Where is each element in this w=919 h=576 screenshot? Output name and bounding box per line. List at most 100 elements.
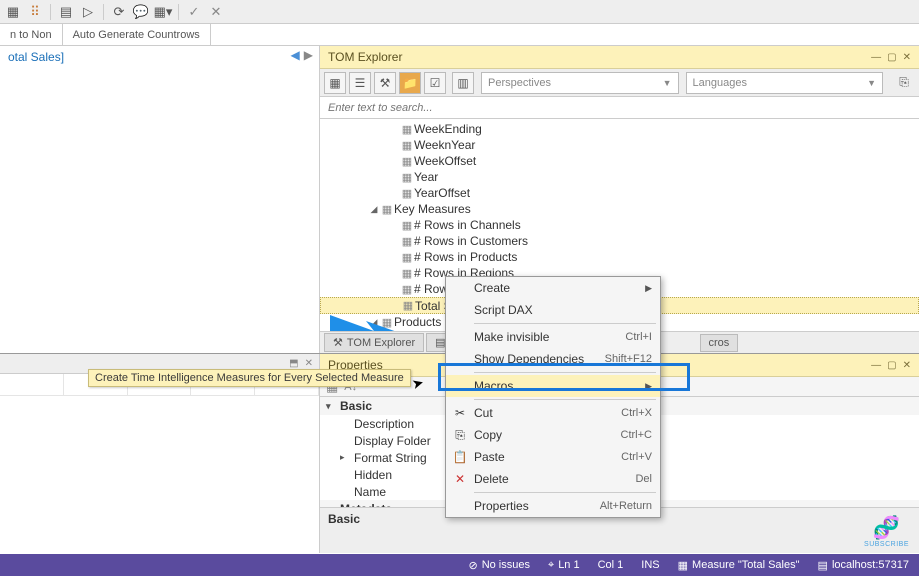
close-icon[interactable]: ✕ <box>305 358 313 369</box>
separator <box>178 4 179 20</box>
tree-folder-key-measures[interactable]: ◢▦Key Measures <box>320 201 919 217</box>
tree-measure[interactable]: ▦# Rows in Customers <box>320 233 919 249</box>
cut-icon: ✂ <box>452 406 468 420</box>
menu-label: Cut <box>474 406 493 420</box>
panel-maximize-icon[interactable]: ▢ <box>887 52 896 63</box>
tree-icon: ⚒ <box>333 336 343 349</box>
copy-tree-icon[interactable]: ⎘ <box>893 72 915 94</box>
tree-label: Products <box>394 315 441 329</box>
column-icon: ▦ <box>400 155 414 168</box>
status-label: No issues <box>482 559 530 571</box>
menu-script-dax[interactable]: Script DAX <box>446 299 660 321</box>
arrow-annotation <box>330 313 400 331</box>
perspectives-dropdown[interactable]: Perspectives ▼ <box>481 72 679 94</box>
separator <box>50 4 51 20</box>
menu-label: Copy <box>474 428 502 442</box>
tree-label: WeekEnding <box>414 122 482 136</box>
editor-pane: ◀ ▶ otal Sales] <box>0 46 320 353</box>
chevron-right-icon: ▶ <box>645 283 652 294</box>
menu-shortcut: Ctrl+V <box>621 451 652 463</box>
prop-footer-label: Basic <box>328 512 360 526</box>
status-host[interactable]: ▤localhost:57317 <box>818 559 909 572</box>
view-tree-icon[interactable]: ⚒ <box>374 72 396 94</box>
menu-paste[interactable]: 📋PasteCtrl+V <box>446 446 660 468</box>
tree-column[interactable]: ▦WeekEnding <box>320 121 919 137</box>
play-icon[interactable]: ▷ <box>79 3 97 21</box>
panel-close-icon[interactable]: ✕ <box>903 52 911 63</box>
tree-measure[interactable]: ▦# Rows in Products <box>320 249 919 265</box>
panel-maximize-icon[interactable]: ▢ <box>887 360 896 371</box>
languages-label: Languages <box>693 77 747 89</box>
filter-icon[interactable]: ▤ <box>57 3 75 21</box>
menu-show-dependencies[interactable]: Show DependenciesShift+F12 <box>446 348 660 370</box>
nav-back-icon[interactable]: ◀ <box>291 48 300 62</box>
measure-icon: ▦ <box>678 559 688 572</box>
collapse-icon[interactable]: ◢ <box>368 204 380 215</box>
hierarchy-icon[interactable]: ⠿ <box>26 3 44 21</box>
status-label: Ln 1 <box>558 559 579 571</box>
menu-label: Create <box>474 281 510 295</box>
pin-icon[interactable]: ⬒ <box>289 358 298 369</box>
tree-measure[interactable]: ▦# Rows in Channels <box>320 217 919 233</box>
menu-copy[interactable]: ⎘ Copy Ctrl+C <box>446 424 660 446</box>
menu-shortcut: Ctrl+C <box>621 429 652 441</box>
tom-explorer-title: TOM Explorer — ▢ ✕ <box>320 46 919 69</box>
menu-label: Macros <box>474 379 513 393</box>
panel-minimize-icon[interactable]: — <box>871 52 881 63</box>
search-input[interactable] <box>320 97 919 118</box>
menu-cut[interactable]: ✂CutCtrl+X <box>446 402 660 424</box>
tab-cros[interactable]: cros <box>700 334 739 352</box>
tom-search[interactable] <box>320 97 919 119</box>
status-issues[interactable]: ⊘ No issues <box>468 559 530 572</box>
menu-properties[interactable]: PropertiesAlt+Return <box>446 495 660 517</box>
prop-label: Name <box>354 485 386 499</box>
menu-macros[interactable]: Macros▶ <box>446 375 660 397</box>
menu-shortcut: Shift+F12 <box>605 353 652 365</box>
columns-icon[interactable]: ▥ <box>452 72 474 94</box>
check-icon: ⊘ <box>468 559 477 572</box>
tree-label: YearOffset <box>414 186 470 200</box>
check-icon[interactable]: ✓ <box>185 3 203 21</box>
layout-icon[interactable]: ▦▾ <box>154 3 172 21</box>
table-icon[interactable]: ▦ <box>4 3 22 21</box>
menu-label: Delete <box>474 472 509 486</box>
view-list-icon[interactable]: ☰ <box>349 72 371 94</box>
panel-close-icon[interactable]: ✕ <box>903 360 911 371</box>
tab-tom-explorer[interactable]: ⚒TOM Explorer <box>324 333 424 352</box>
menu-make-invisible[interactable]: Make invisible Ctrl+I <box>446 326 660 348</box>
menu-delete[interactable]: ✕DeleteDel <box>446 468 660 490</box>
menu-create[interactable]: Create ▶ <box>446 277 660 299</box>
table-icon: ▦ <box>380 203 394 216</box>
status-measure[interactable]: ▦Measure "Total Sales" <box>678 559 800 572</box>
edit-icon[interactable]: ☑ <box>424 72 446 94</box>
comment-icon[interactable]: 💬 <box>132 3 150 21</box>
expand-icon[interactable]: ▸ <box>340 452 354 463</box>
tree-column[interactable]: ▦YearOffset <box>320 185 919 201</box>
tree-column[interactable]: ▦Year <box>320 169 919 185</box>
tree-column[interactable]: ▦WeekOffset <box>320 153 919 169</box>
menu-shortcut: Ctrl+I <box>625 331 652 343</box>
collapse-icon[interactable]: ▾ <box>326 401 340 412</box>
menu-separator <box>474 399 656 400</box>
nav-fwd-icon[interactable]: ▶ <box>304 48 313 62</box>
macro-tooltip: Create Time Intelligence Measures for Ev… <box>88 369 411 387</box>
editor-content[interactable]: otal Sales] <box>0 46 319 353</box>
tab-left[interactable]: n to Non <box>0 24 63 45</box>
refresh-icon[interactable]: ⟳ <box>110 3 128 21</box>
menu-separator <box>474 372 656 373</box>
view-table-icon[interactable]: ▦ <box>324 72 346 94</box>
separator <box>103 4 104 20</box>
close-icon[interactable]: ✕ <box>207 3 225 21</box>
tree-label: # Rows in Channels <box>414 218 521 232</box>
status-ln[interactable]: ⌖Ln 1 <box>548 559 580 572</box>
status-ins[interactable]: INS <box>641 559 659 571</box>
tab-auto-generate[interactable]: Auto Generate Countrows <box>63 24 211 45</box>
tree-column[interactable]: ▦WeeknYear <box>320 137 919 153</box>
panel-minimize-icon[interactable]: — <box>871 360 881 371</box>
copy-icon: ⎘ <box>452 428 468 443</box>
column-icon: ▦ <box>400 123 414 136</box>
folder-icon[interactable]: 📁 <box>399 72 421 94</box>
languages-dropdown[interactable]: Languages ▼ <box>686 72 884 94</box>
main-toolbar: ▦ ⠿ ▤ ▷ ⟳ 💬 ▦▾ ✓ ✕ <box>0 0 919 24</box>
menu-label: Make invisible <box>474 330 549 344</box>
